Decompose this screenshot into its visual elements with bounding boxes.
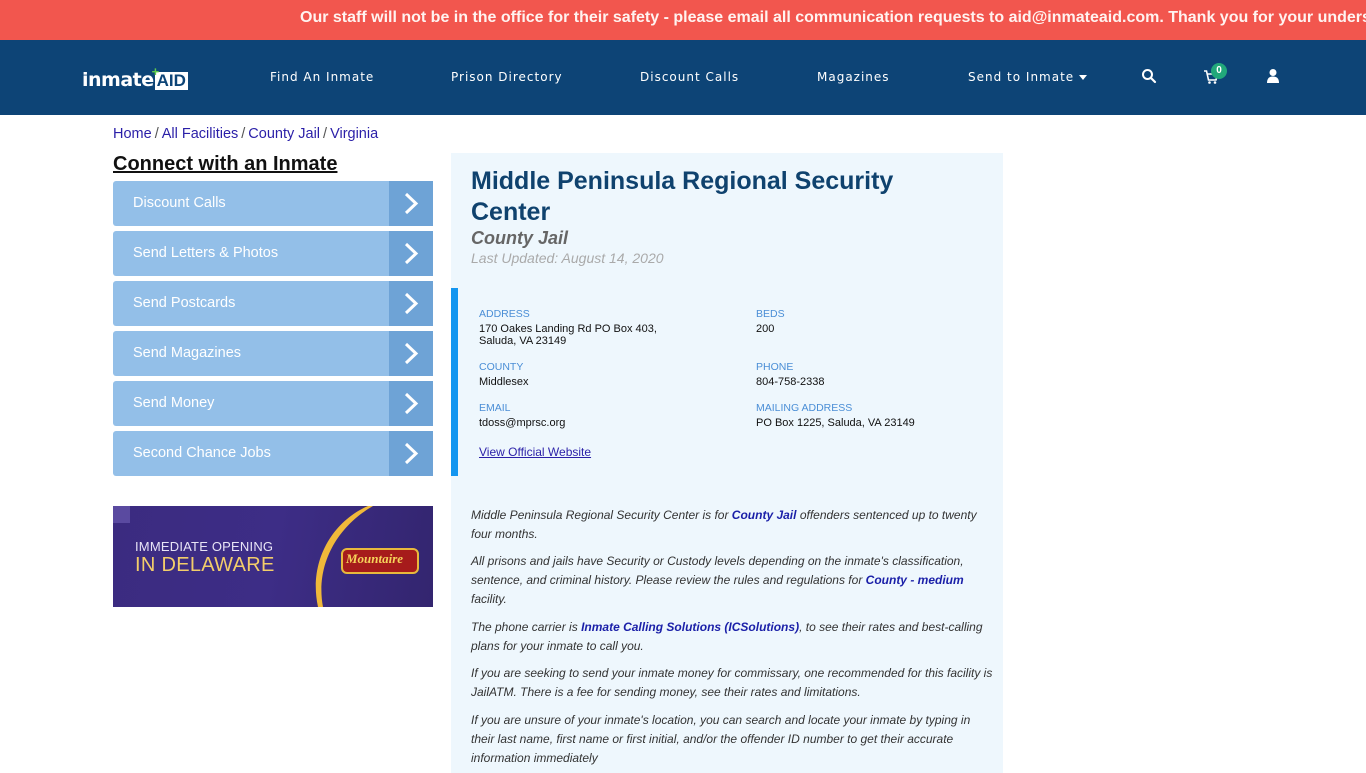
sidebar-button-label: Send Magazines bbox=[133, 345, 242, 361]
breadcrumb: Home / All Facilities / County Jail / Virginia bbox=[113, 126, 378, 142]
job-ad-banner[interactable]: IMMEDIATE OPENING IN DELAWARE Mountaire bbox=[113, 506, 433, 607]
logo-accent-label: AID bbox=[156, 71, 186, 90]
sidebar-second-chance-jobs-button[interactable]: Second Chance Jobs bbox=[113, 431, 433, 476]
sidebar-send-postcards-button[interactable]: Send Postcards bbox=[113, 281, 433, 326]
facility-info-panel: ADDRESS 170 Oakes Landing Rd PO Box 403,… bbox=[451, 288, 1003, 476]
breadcrumb-separator: / bbox=[154, 126, 159, 142]
chevron-right-icon bbox=[389, 381, 433, 426]
facility-card: Middle Peninsula Regional Security Cente… bbox=[451, 153, 1003, 773]
alert-banner: Our staff will not be in the office for … bbox=[0, 0, 1366, 40]
user-icon[interactable] bbox=[1265, 68, 1283, 86]
facility-title: Middle Peninsula Regional Security Cente… bbox=[471, 167, 894, 226]
sidebar-send-money-button[interactable]: Send Money bbox=[113, 381, 433, 426]
mailing-address-value: PO Box 1225, Saluda, VA 23149 bbox=[756, 417, 915, 429]
nav-send-to-inmate-label: Send to Inmate bbox=[968, 70, 1075, 84]
ad-subheadline: IN DELAWARE bbox=[135, 554, 275, 576]
sidebar-send-letters-button[interactable]: Send Letters & Photos bbox=[113, 231, 433, 276]
ad-brand-text: Mountaire bbox=[346, 551, 404, 566]
chevron-right-icon bbox=[389, 181, 433, 226]
breadcrumb-separator: / bbox=[323, 126, 328, 142]
site-logo[interactable]: inmate + AID bbox=[82, 64, 188, 91]
desc-text: Middle Peninsula Regional Security Cente… bbox=[471, 508, 732, 522]
nav-send-to-inmate-dropdown[interactable]: Send to Inmate bbox=[968, 70, 1088, 84]
last-updated: Last Updated: August 14, 2020 bbox=[471, 250, 664, 266]
alert-text: Our staff will not be in the office for … bbox=[300, 9, 1366, 26]
beds-label: BEDS bbox=[756, 308, 785, 320]
sidebar-button-label: Send Postcards bbox=[133, 295, 236, 311]
chevron-right-icon bbox=[389, 431, 433, 476]
logo-text-main: inmate bbox=[82, 69, 154, 91]
logo-plus-icon: + bbox=[151, 64, 160, 79]
security-level-link[interactable]: County - medium bbox=[866, 573, 964, 587]
description-paragraph-1: Middle Peninsula Regional Security Cente… bbox=[471, 506, 996, 544]
accent-bar bbox=[451, 288, 458, 476]
mountaire-logo: Mountaire bbox=[341, 548, 419, 574]
description-paragraph-5: If you are unsure of your inmate's locat… bbox=[471, 713, 971, 765]
search-icon[interactable] bbox=[1141, 68, 1159, 86]
desc-text: The phone carrier is bbox=[471, 620, 582, 634]
address-line1: 170 Oakes Landing Rd PO Box 403, bbox=[479, 323, 657, 335]
logo-text-accent: + AID bbox=[152, 64, 188, 90]
description-paragraph-3: The phone carrier is Inmate Calling Solu… bbox=[471, 618, 996, 656]
sidebar-discount-calls-button[interactable]: Discount Calls bbox=[113, 181, 433, 226]
sidebar-button-label: Send Money bbox=[133, 395, 215, 411]
connect-heading: Connect with an Inmate bbox=[113, 153, 338, 175]
desc-text: facility. bbox=[471, 592, 507, 606]
nav-discount-calls[interactable]: Discount Calls bbox=[640, 70, 739, 84]
county-label: COUNTY bbox=[479, 361, 524, 373]
ad-headline: IMMEDIATE OPENING bbox=[135, 539, 274, 554]
chevron-right-icon bbox=[389, 281, 433, 326]
breadcrumb-separator: / bbox=[241, 126, 246, 142]
breadcrumb-virginia[interactable]: Virginia bbox=[330, 126, 378, 142]
mailing-address-label: MAILING ADDRESS bbox=[756, 402, 853, 414]
caret-down-icon bbox=[1079, 75, 1088, 80]
description-paragraph-2: All prisons and jails have Security or C… bbox=[471, 552, 996, 609]
top-navbar: inmate + AID Find An Inmate Prison Direct… bbox=[0, 40, 1366, 115]
phone-value: 804-758-2338 bbox=[756, 376, 825, 388]
email-label: EMAIL bbox=[479, 402, 511, 414]
breadcrumb-county-jail[interactable]: County Jail bbox=[248, 126, 320, 142]
breadcrumb-all-facilities[interactable]: All Facilities bbox=[162, 126, 239, 142]
cart-count-badge: 0 bbox=[1211, 63, 1227, 79]
phone-label: PHONE bbox=[756, 361, 794, 373]
phone-carrier-link[interactable]: Inmate Calling Solutions (ICSolutions) bbox=[581, 620, 799, 634]
nav-find-inmate[interactable]: Find An Inmate bbox=[270, 70, 374, 84]
sidebar-button-label: Send Letters & Photos bbox=[133, 245, 279, 261]
official-website-link[interactable]: View Official Website bbox=[479, 445, 591, 459]
email-value: tdoss@mprsc.org bbox=[479, 417, 566, 429]
chevron-right-icon bbox=[389, 331, 433, 376]
sidebar-button-label: Second Chance Jobs bbox=[133, 445, 271, 461]
address-line2: Saluda, VA 23149 bbox=[479, 335, 567, 347]
county-jail-link[interactable]: County Jail bbox=[732, 508, 797, 522]
chevron-right-icon bbox=[389, 231, 433, 276]
nav-magazines[interactable]: Magazines bbox=[817, 70, 890, 84]
breadcrumb-home[interactable]: Home bbox=[113, 126, 152, 142]
sidebar-send-magazines-button[interactable]: Send Magazines bbox=[113, 331, 433, 376]
address-label: ADDRESS bbox=[479, 308, 530, 320]
description-paragraph-4: If you are seeking to send your inmate m… bbox=[471, 666, 993, 699]
county-value: Middlesex bbox=[479, 376, 529, 388]
nav-prison-directory[interactable]: Prison Directory bbox=[451, 70, 563, 84]
sidebar-button-label: Discount Calls bbox=[133, 195, 226, 211]
facility-type: County Jail bbox=[471, 228, 569, 248]
beds-value: 200 bbox=[756, 323, 775, 335]
